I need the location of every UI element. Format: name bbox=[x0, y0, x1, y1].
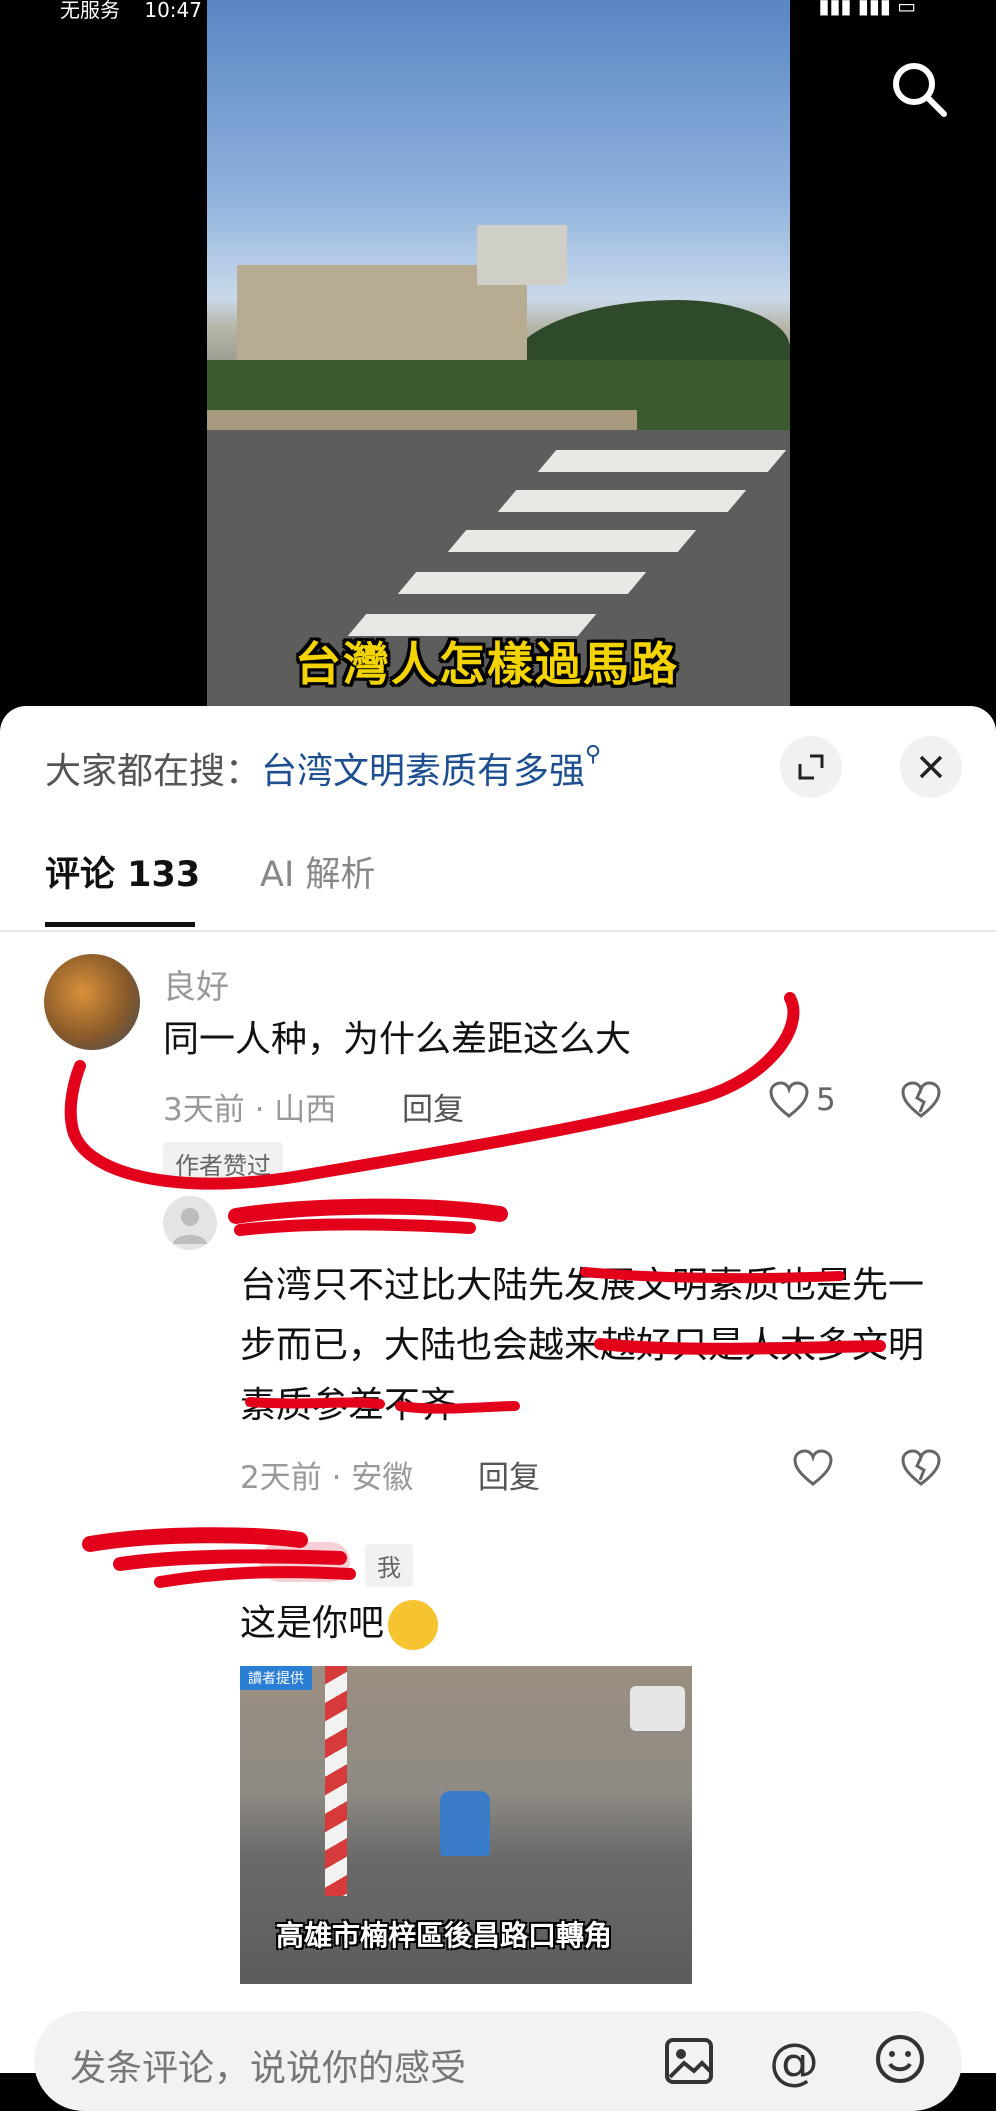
like-button[interactable]: 5 bbox=[768, 1080, 836, 1120]
comment-meta: 3天前 · 山西 bbox=[163, 1092, 337, 1128]
author-liked-badge: 作者赞过 bbox=[163, 1142, 283, 1185]
crosswalk-stripe bbox=[537, 450, 787, 472]
default-avatar-icon bbox=[173, 1208, 207, 1244]
comment-meta: 2天前 · 安徽 bbox=[240, 1460, 414, 1496]
thinking-emoji-icon bbox=[388, 1600, 439, 1650]
dislike-button[interactable] bbox=[900, 1448, 942, 1488]
hot-search[interactable]: 大家都在搜：台湾文明素质有多强⚲ bbox=[45, 742, 601, 794]
expand-button[interactable] bbox=[780, 736, 842, 798]
heart-icon bbox=[793, 1449, 833, 1486]
heart-icon bbox=[769, 1081, 809, 1118]
video-player[interactable]: 无服务 10:47 ▮▮▮ ▮▮▮ ▭ 台灣人怎樣過馬路 bbox=[0, 0, 996, 710]
broken-heart-icon bbox=[901, 1081, 941, 1118]
search-small-icon: ⚲ bbox=[585, 742, 602, 767]
avatar[interactable] bbox=[260, 1542, 350, 1582]
hot-search-prefix: 大家都在搜： bbox=[45, 751, 262, 792]
barber-pole bbox=[325, 1666, 347, 1896]
active-tab-indicator bbox=[45, 922, 195, 927]
crosswalk-stripe bbox=[397, 572, 647, 594]
crosswalk-stripe bbox=[497, 490, 747, 512]
avatar[interactable] bbox=[163, 1196, 217, 1250]
comment-text: 台湾只不过比大陆先发展文明素质也是先一步而已，大陆也会越来越好只是人太多文明素质… bbox=[240, 1265, 925, 1426]
comment-text-content: 这是你吧 bbox=[240, 1603, 385, 1644]
avatar[interactable] bbox=[44, 954, 140, 1050]
comment-username[interactable]: 良好 bbox=[163, 960, 229, 1008]
comment-text: 同一人种，为什么差距这么大 bbox=[163, 1019, 632, 1060]
like-button[interactable] bbox=[792, 1448, 834, 1488]
comment-text: 这是你吧 bbox=[240, 1594, 740, 1654]
self-badge: 我 bbox=[365, 1544, 413, 1587]
close-icon bbox=[919, 755, 943, 779]
tabs-divider bbox=[0, 930, 996, 932]
expand-icon bbox=[798, 754, 824, 780]
hot-search-term[interactable]: 台湾文明素质有多强 bbox=[261, 751, 585, 792]
image-car bbox=[630, 1686, 685, 1731]
video-frame bbox=[207, 0, 790, 710]
status-icons: ▮▮▮ ▮▮▮ ▭ bbox=[818, 0, 916, 18]
dislike-button[interactable] bbox=[900, 1080, 942, 1120]
crosswalk-stripe bbox=[447, 530, 697, 552]
reply-button[interactable]: 回复 bbox=[402, 1084, 464, 1129]
emoji-icon[interactable] bbox=[874, 2033, 926, 2089]
comment-input-bar[interactable]: 发条评论，说说你的感受 @ bbox=[34, 2011, 962, 2111]
status-carrier: 无服务 10:47 bbox=[60, 0, 202, 22]
broken-heart-icon bbox=[901, 1449, 941, 1486]
reply-button[interactable]: 回复 bbox=[478, 1452, 540, 1497]
like-count: 5 bbox=[816, 1082, 836, 1118]
image-person bbox=[440, 1791, 490, 1856]
tab-comments[interactable]: 评论 133 bbox=[45, 846, 200, 897]
video-caption: 台灣人怎樣過馬路 bbox=[295, 637, 679, 691]
image-caption: 高雄市楠梓區後昌路口轉角 bbox=[276, 1919, 613, 1952]
tab-ai-analysis[interactable]: AI 解析 bbox=[260, 846, 375, 897]
comment-input-placeholder: 发条评论，说说你的感受 bbox=[70, 2048, 467, 2089]
image-icon[interactable] bbox=[664, 2037, 714, 2089]
close-button[interactable] bbox=[900, 736, 962, 798]
search-icon[interactable] bbox=[890, 60, 950, 120]
video-building-top bbox=[477, 225, 567, 285]
image-source-tag: 讀者提供 bbox=[240, 1666, 312, 1690]
comment-sheet: 大家都在搜：台湾文明素质有多强⚲ 评论 133 AI 解析 良好 同一人种，为什… bbox=[0, 706, 996, 2111]
comment-image[interactable]: 讀者提供 高雄市楠梓區後昌路口轉角 bbox=[240, 1666, 692, 1984]
mention-icon[interactable]: @ bbox=[769, 2033, 819, 2091]
